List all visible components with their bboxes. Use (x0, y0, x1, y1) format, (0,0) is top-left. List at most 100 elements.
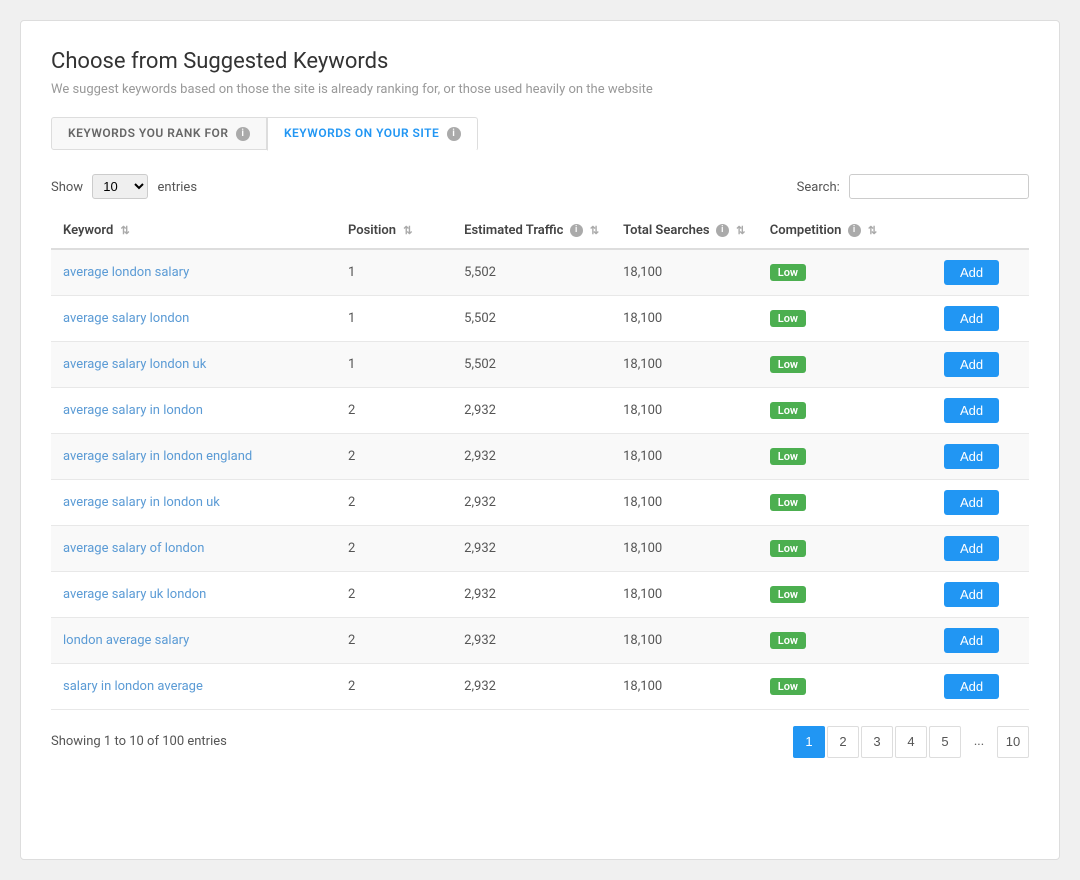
sort-keyword-icon[interactable]: ⇅ (121, 224, 130, 237)
col-header-traffic: Estimated Traffic i ⇅ (452, 213, 611, 249)
tab-rank-for-info-icon: i (236, 127, 250, 141)
search-control: Search: (797, 174, 1029, 199)
cell-keyword: average salary london (51, 295, 336, 341)
cell-traffic: 2,932 (452, 433, 611, 479)
add-button[interactable]: Add (944, 628, 999, 653)
cell-searches: 18,100 (611, 479, 758, 525)
add-button[interactable]: Add (944, 536, 999, 561)
add-button[interactable]: Add (944, 306, 999, 331)
tab-keywords-on-site[interactable]: KEYWORDS ON YOUR SITE i (267, 117, 478, 151)
add-button[interactable]: Add (944, 444, 999, 469)
tab-bar: KEYWORDS YOU RANK FOR i KEYWORDS ON YOUR… (51, 117, 1029, 150)
cell-position: 1 (336, 341, 452, 387)
cell-competition: Low (758, 525, 932, 571)
sort-competition-icon[interactable]: ⇅ (868, 224, 877, 237)
cell-position: 2 (336, 387, 452, 433)
cell-action: Add (932, 479, 1029, 525)
table-header-row: Keyword ⇅ Position ⇅ Estimated Traffic i… (51, 213, 1029, 249)
table-controls: Show 10 25 50 100 entries Search: (51, 174, 1029, 199)
table-footer: Showing 1 to 10 of 100 entries 1 2 3 4 5… (51, 726, 1029, 758)
table-row: average salary in london england 2 2,932… (51, 433, 1029, 479)
cell-keyword: average salary uk london (51, 571, 336, 617)
competition-badge: Low (770, 448, 806, 465)
competition-badge: Low (770, 310, 806, 327)
col-header-position: Position ⇅ (336, 213, 452, 249)
traffic-info-icon: i (570, 224, 583, 237)
sort-searches-icon[interactable]: ⇅ (736, 224, 745, 237)
cell-action: Add (932, 295, 1029, 341)
page-btn-2[interactable]: 2 (827, 726, 859, 758)
tab-keywords-rank-for[interactable]: KEYWORDS YOU RANK FOR i (51, 117, 267, 150)
competition-badge: Low (770, 402, 806, 419)
add-button[interactable]: Add (944, 260, 999, 285)
cell-action: Add (932, 617, 1029, 663)
cell-searches: 18,100 (611, 249, 758, 296)
cell-keyword: average salary in london england (51, 433, 336, 479)
cell-action: Add (932, 387, 1029, 433)
page-title: Choose from Suggested Keywords (51, 49, 1029, 74)
cell-position: 2 (336, 571, 452, 617)
page-btn-5[interactable]: 5 (929, 726, 961, 758)
add-button[interactable]: Add (944, 490, 999, 515)
table-row: average salary in london 2 2,932 18,100 … (51, 387, 1029, 433)
col-header-action (932, 213, 1029, 249)
cell-traffic: 2,932 (452, 387, 611, 433)
cell-competition: Low (758, 571, 932, 617)
cell-competition: Low (758, 663, 932, 709)
cell-traffic: 2,932 (452, 479, 611, 525)
cell-position: 2 (336, 479, 452, 525)
cell-position: 2 (336, 433, 452, 479)
table-row: average salary london uk 1 5,502 18,100 … (51, 341, 1029, 387)
table-row: average london salary 1 5,502 18,100 Low… (51, 249, 1029, 296)
add-button[interactable]: Add (944, 398, 999, 423)
competition-info-icon: i (848, 224, 861, 237)
cell-keyword: average london salary (51, 249, 336, 296)
cell-searches: 18,100 (611, 295, 758, 341)
cell-keyword: average salary london uk (51, 341, 336, 387)
table-row: average salary uk london 2 2,932 18,100 … (51, 571, 1029, 617)
table-row: salary in london average 2 2,932 18,100 … (51, 663, 1029, 709)
cell-keyword: london average salary (51, 617, 336, 663)
page-btn-last[interactable]: 10 (997, 726, 1029, 758)
cell-searches: 18,100 (611, 663, 758, 709)
cell-action: Add (932, 249, 1029, 296)
cell-traffic: 5,502 (452, 295, 611, 341)
page-btn-4[interactable]: 4 (895, 726, 927, 758)
cell-searches: 18,100 (611, 617, 758, 663)
competition-badge: Low (770, 586, 806, 603)
add-button[interactable]: Add (944, 352, 999, 377)
col-header-searches: Total Searches i ⇅ (611, 213, 758, 249)
cell-traffic: 2,932 (452, 571, 611, 617)
cell-keyword: average salary in london (51, 387, 336, 433)
cell-keyword: salary in london average (51, 663, 336, 709)
keywords-table: Keyword ⇅ Position ⇅ Estimated Traffic i… (51, 213, 1029, 710)
cell-action: Add (932, 525, 1029, 571)
table-row: average salary of london 2 2,932 18,100 … (51, 525, 1029, 571)
cell-competition: Low (758, 341, 932, 387)
competition-badge: Low (770, 540, 806, 557)
entries-select[interactable]: 10 25 50 100 (92, 174, 148, 199)
competition-badge: Low (770, 264, 806, 281)
cell-traffic: 2,932 (452, 525, 611, 571)
page-btn-1[interactable]: 1 (793, 726, 825, 758)
cell-searches: 18,100 (611, 525, 758, 571)
table-row: average salary in london uk 2 2,932 18,1… (51, 479, 1029, 525)
pagination: 1 2 3 4 5 ... 10 (793, 726, 1029, 758)
col-header-competition: Competition i ⇅ (758, 213, 932, 249)
sort-position-icon[interactable]: ⇅ (403, 224, 412, 237)
add-button[interactable]: Add (944, 582, 999, 607)
tab-on-site-info-icon: i (447, 127, 461, 141)
main-card: Choose from Suggested Keywords We sugges… (20, 20, 1060, 860)
add-button[interactable]: Add (944, 674, 999, 699)
cell-traffic: 2,932 (452, 617, 611, 663)
cell-position: 1 (336, 295, 452, 341)
cell-keyword: average salary of london (51, 525, 336, 571)
cell-competition: Low (758, 617, 932, 663)
cell-position: 1 (336, 249, 452, 296)
cell-competition: Low (758, 433, 932, 479)
sort-traffic-icon[interactable]: ⇅ (590, 224, 599, 237)
page-btn-3[interactable]: 3 (861, 726, 893, 758)
cell-traffic: 2,932 (452, 663, 611, 709)
search-input[interactable] (849, 174, 1029, 199)
table-row: average salary london 1 5,502 18,100 Low… (51, 295, 1029, 341)
